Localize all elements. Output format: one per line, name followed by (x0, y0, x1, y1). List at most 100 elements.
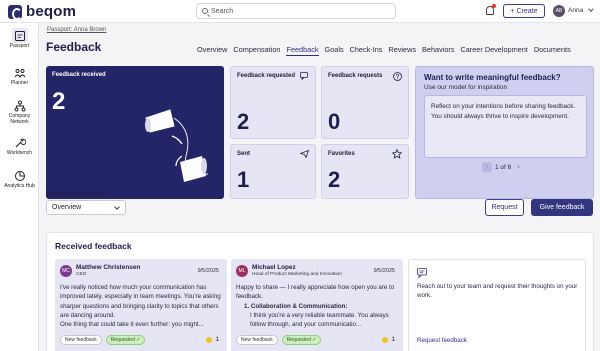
feedback-card[interactable]: ML Michael Lopez Head of Product Marketi… (231, 259, 403, 351)
sidebar-item-label: Passport (9, 43, 30, 49)
feedback-count: 1 (382, 336, 395, 343)
author-role: Head of Product Marketing and Innovation (252, 272, 342, 277)
sidebar-item-planner[interactable]: Planner (0, 67, 39, 87)
feedback-received-card[interactable]: Feedback received 2 (46, 66, 224, 199)
tab-feedback[interactable]: Feedback (286, 45, 319, 56)
feedback-body: I've really noticed how much your commun… (60, 284, 221, 319)
card-title: Sent (237, 151, 251, 157)
user-avatar[interactable]: AB (553, 5, 565, 17)
feedback-requested-count: 2 (237, 109, 250, 134)
question-icon (393, 72, 402, 81)
passport-icon (14, 31, 25, 41)
status-badge: Requested ✓ (281, 335, 322, 345)
new-feedback-badge: New feedback (236, 335, 278, 345)
count-value: 1 (391, 336, 395, 343)
status-badge-label: Requested (286, 337, 311, 343)
feedback-category-select[interactable]: Overview (46, 200, 126, 215)
feedback-category-label: Feedback category (47, 191, 106, 198)
search-placeholder: Search (211, 7, 234, 15)
create-button[interactable]: + Create (503, 4, 545, 18)
feedback-received-count: 2 (52, 88, 66, 115)
inspiration-pager: ‹ 1 of 6 › (482, 162, 520, 172)
feedback-text: Happy to share — I really appreciate how… (236, 283, 400, 329)
section-title: Received feedback (55, 241, 132, 251)
main-content: Passport: Anna Brown Feedback Overview C… (40, 23, 600, 351)
user-menu-chevron-icon[interactable] (588, 6, 594, 12)
request-prompt-text: Reach out to your team and request their… (417, 283, 578, 300)
feedback-list-heading: 1. Collaboration & Communication: (244, 302, 348, 310)
feedback-body-tail: One thing that could take it even furthe… (60, 321, 204, 329)
sidebar-item-label: Workbench (6, 150, 33, 156)
avatar: MC (60, 265, 72, 277)
tab-bar: Overview Compensation Feedback Goals Che… (197, 45, 571, 56)
feedback-count: 1 (206, 336, 219, 343)
tab-career-development[interactable]: Career Development (460, 45, 527, 56)
search-icon (202, 8, 208, 14)
request-feedback-card: Reach out to your team and request their… (408, 259, 586, 351)
favorites-count: 2 (328, 167, 341, 192)
request-button[interactable]: Request (485, 199, 524, 216)
chat-icon (300, 72, 308, 80)
inspiration-body: Reflect on your intentions before sharin… (424, 95, 587, 158)
sidebar-item-label: Analytics Hub (4, 183, 35, 189)
sent-card[interactable]: Sent 1 (230, 144, 316, 199)
brand-logo[interactable]: beqom (8, 3, 76, 20)
author-name: Matthew Christensen (76, 264, 141, 271)
badge-group: New feedback Requested ✓ (60, 335, 146, 345)
next-page-button[interactable]: › (517, 164, 519, 171)
selected-category: Overview (52, 204, 82, 211)
badge-group: New feedback Requested ✓ (236, 335, 322, 345)
card-title: Feedback requests (328, 73, 383, 79)
inspiration-title: Want to write meaningful feedback? (424, 73, 561, 82)
wrench-icon (15, 138, 26, 148)
tab-goals[interactable]: Goals (325, 45, 344, 56)
coin-icon (382, 336, 389, 343)
give-feedback-button[interactable]: Give feedback (531, 199, 593, 216)
feedback-date: 9/5/2025 (197, 268, 219, 274)
analytics-icon (14, 171, 25, 181)
sidebar-item-workbench[interactable]: Workbench (0, 137, 39, 157)
sidebar-item-analytics-hub[interactable]: Analytics Hub (0, 170, 39, 190)
network-icon (14, 100, 25, 112)
page-title: Feedback (46, 40, 102, 54)
card-title: Favorites (328, 151, 355, 157)
feedback-body: Happy to share — I really appreciate how… (236, 284, 395, 301)
favorites-card[interactable]: Favorites 2 (321, 144, 409, 199)
brand-name: beqom (26, 3, 77, 20)
user-name[interactable]: Anna (568, 7, 583, 14)
top-bar: beqom Search + Create AB Anna (0, 0, 600, 23)
feedback-requests-count: 0 (328, 109, 341, 134)
sidebar: Passport Planner Company Network Workben… (0, 23, 39, 351)
tab-documents[interactable]: Documents (534, 45, 571, 56)
feedback-requests-card[interactable]: Feedback requests 0 (321, 66, 409, 139)
search-input[interactable]: Search (196, 3, 396, 19)
chevron-down-icon (114, 204, 120, 210)
status-badge: Requested ✓ (105, 335, 146, 345)
author-role: CEO (76, 272, 87, 277)
send-icon (300, 150, 309, 158)
feedback-requested-card[interactable]: Feedback requested 2 (230, 66, 316, 139)
author-name: Michael Lopez (252, 264, 296, 271)
tab-overview[interactable]: Overview (197, 45, 227, 56)
request-feedback-link[interactable]: Request feedback (417, 337, 467, 344)
pager-label: 1 of 6 (495, 163, 512, 171)
status-badge-label: Requested (110, 337, 135, 343)
notification-dot (492, 4, 496, 8)
feedback-card[interactable]: MC Matthew Christensen CEO 9/5/2025 I've… (55, 259, 227, 351)
inspiration-subtitle: Use our model for inspiration (424, 84, 508, 91)
card-title: Feedback received (52, 72, 106, 78)
sidebar-item-company-network[interactable]: Company Network (0, 100, 39, 126)
tab-behaviors[interactable]: Behaviors (422, 45, 454, 56)
sidebar-item-label: Planner (10, 80, 29, 86)
sent-count: 1 (237, 167, 250, 192)
logo-mark-icon (8, 4, 22, 20)
sidebar-item-label: Company Network (8, 113, 31, 125)
breadcrumb[interactable]: Passport: Anna Brown (47, 27, 106, 33)
new-feedback-badge: New feedback (60, 335, 102, 345)
sidebar-item-passport[interactable]: Passport (0, 28, 39, 50)
previous-page-button[interactable]: ‹ (482, 162, 492, 172)
avatar: ML (236, 265, 248, 277)
tab-check-ins[interactable]: Check-Ins (350, 45, 383, 56)
tab-compensation[interactable]: Compensation (233, 45, 280, 56)
tab-reviews[interactable]: Reviews (388, 45, 416, 56)
